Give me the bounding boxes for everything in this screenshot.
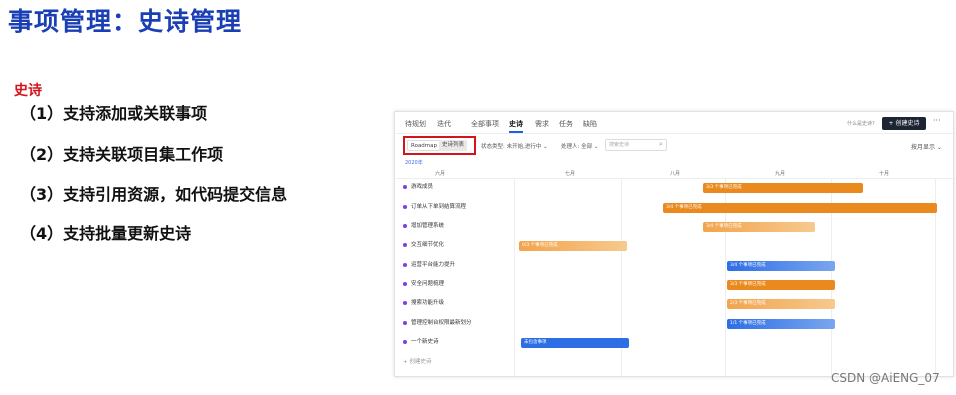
epic-dot-icon (403, 223, 407, 228)
month-label: 九月 (775, 171, 786, 177)
epic-bar[interactable]: 0/3 个事项已完成 (519, 241, 627, 251)
epic-row[interactable]: 一个新史诗 (403, 336, 439, 348)
help-link[interactable]: 什么是史诗? (847, 120, 875, 127)
more-icon[interactable]: ··· (933, 116, 941, 125)
epic-row[interactable]: 游戏成员 (403, 181, 433, 193)
epic-row[interactable]: 搜索功能升级 (403, 297, 444, 309)
month-label: 六月 (435, 171, 446, 177)
epic-dot-icon (403, 339, 407, 344)
epic-bar[interactable]: 3/4 个事项已完成 (703, 222, 815, 232)
month-label: 七月 (565, 171, 576, 177)
month-label: 八月 (670, 171, 681, 177)
top-nav: 待规划 迭代 全部事项 史诗 需求 任务 缺陷 什么是史诗? + 创建史诗 ··… (395, 112, 953, 134)
epic-name-column: 游戏成员 订单从下单到结算流程 增加管理系统 交互细节优化 运营平台能力提升 安… (395, 179, 515, 376)
epic-bar[interactable]: 未包含事项 (521, 338, 629, 348)
nav-item-bug[interactable]: 缺陷 (583, 119, 597, 129)
search-icon[interactable]: ⌕ (659, 140, 663, 149)
gantt-chart: 六月 七月 八月 九月 十月 游戏成员 订单从下单到结算流程 增加管理系统 交互… (395, 167, 953, 376)
add-epic-button[interactable]: + 创建史诗 (403, 357, 431, 365)
roadmap-view-button[interactable]: Roadmap (407, 140, 442, 151)
epic-row[interactable]: 订单从下单到结算流程 (403, 201, 466, 213)
nav-item-all[interactable]: 全部事项 (471, 119, 499, 129)
toolbar: Roadmap 史诗列表 状态类型: 未开始,进行中 ⌄ 处理人: 全部 ⌄ 搜… (395, 134, 953, 156)
status-filter[interactable]: 状态类型: 未开始,进行中 ⌄ (481, 142, 548, 150)
epic-dot-icon (403, 184, 407, 189)
nav-item-task[interactable]: 任务 (559, 119, 573, 129)
epic-dot-icon (403, 242, 407, 247)
nav-item-requirement[interactable]: 需求 (535, 119, 549, 129)
watermark: CSDN @AiENG_07 (831, 371, 940, 385)
section-label: 史诗 (14, 83, 42, 99)
epic-bar[interactable]: 1/1 个事项已完成 (727, 319, 835, 329)
nav-item-epic[interactable]: 史诗 (509, 119, 523, 129)
app-screenshot: 待规划 迭代 全部事项 史诗 需求 任务 缺陷 什么是史诗? + 创建史诗 ··… (394, 111, 954, 377)
year-label: 2020年 (405, 160, 423, 166)
active-tab-underline (509, 131, 523, 133)
sort-select[interactable]: 按月显示 ⌄ (911, 142, 942, 151)
epic-row[interactable]: 交互细节优化 (403, 239, 444, 251)
epic-list-view-button[interactable]: 史诗列表 (439, 140, 468, 151)
epic-row[interactable]: 增加管理系统 (403, 220, 444, 232)
epic-bar[interactable]: 3/4 个事项已完成 (663, 203, 937, 213)
epic-row[interactable]: 安全问题梳理 (403, 278, 444, 290)
search-input[interactable]: 搜索史诗 (605, 139, 667, 151)
epic-bar[interactable]: 3/4 个事项已完成 (727, 261, 835, 271)
bullet-1: （1）支持添加或关联事项 (20, 104, 208, 123)
epic-bar[interactable]: 3/3 个事项已完成 (727, 280, 835, 290)
epic-row[interactable]: 管理控制台权限最新划分 (403, 317, 472, 329)
bullet-2: （2）支持关联项目集工作项 (20, 145, 224, 164)
epic-bar[interactable]: 2/3 个事项已完成 (727, 299, 835, 309)
month-label: 十月 (879, 171, 890, 177)
slide-title: 事项管理：史诗管理 (8, 7, 243, 36)
bullet-3: （3）支持引用资源，如代码提交信息 (20, 185, 288, 204)
epic-dot-icon (403, 281, 407, 286)
nav-item-backlog[interactable]: 待规划 (405, 119, 426, 129)
epic-dot-icon (403, 300, 407, 305)
assignee-filter[interactable]: 处理人: 全部 ⌄ (561, 142, 598, 150)
epic-row[interactable]: 运营平台能力提升 (403, 259, 455, 271)
month-header: 六月 七月 八月 九月 十月 (395, 167, 953, 179)
epic-dot-icon (403, 204, 407, 209)
epic-bar[interactable]: 3/3 个事项已完成 (703, 183, 863, 193)
nav-item-iteration[interactable]: 迭代 (437, 119, 451, 129)
bullet-4: （4）支持批量更新史诗 (20, 224, 192, 243)
epic-dot-icon (403, 320, 407, 325)
create-epic-button[interactable]: + 创建史诗 (882, 117, 926, 130)
epic-dot-icon (403, 262, 407, 267)
